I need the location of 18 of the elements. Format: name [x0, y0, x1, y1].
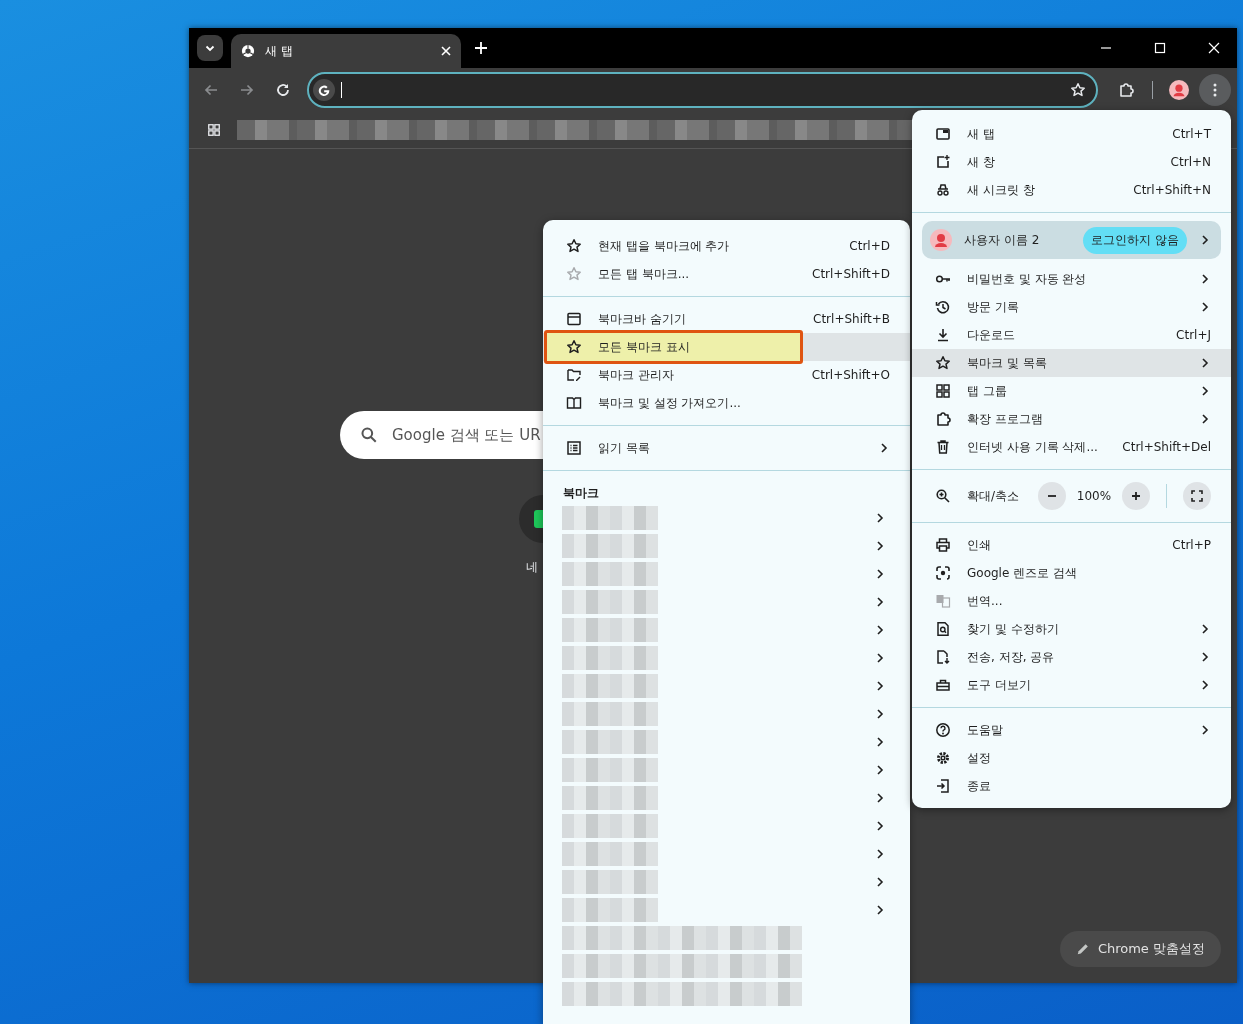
shortcut-label: Ctrl+D — [849, 239, 890, 253]
shortcut-label: Ctrl+J — [1176, 328, 1211, 342]
shortcut-label: Ctrl+T — [1172, 127, 1211, 141]
shortcut-label: Ctrl+Shift+D — [812, 267, 890, 281]
tab-title: 새 탭 — [265, 42, 294, 60]
search-placeholder: Google 검색 또는 UR — [392, 425, 541, 445]
shortcut-label: 네 — [526, 559, 538, 576]
sign-in-status: 로그인하지 않음 — [1083, 226, 1187, 254]
shortcut-label: Ctrl+Shift+O — [811, 368, 890, 382]
shortcut-label: Ctrl+Shift+Del — [1122, 440, 1211, 454]
shortcut-label: Ctrl+Shift+N — [1133, 183, 1211, 197]
zoom-level: 100% — [1075, 489, 1113, 503]
shortcut-label: Ctrl+N — [1170, 155, 1211, 169]
shortcut-label: Ctrl+Shift+B — [813, 312, 890, 326]
menu-item-label: 확대/축소 — [967, 487, 1021, 505]
section-heading: 북마크 — [562, 485, 600, 502]
profile-name: 사용자 이름 2 — [964, 231, 1041, 249]
shortcut-label: Ctrl+P — [1172, 538, 1211, 552]
